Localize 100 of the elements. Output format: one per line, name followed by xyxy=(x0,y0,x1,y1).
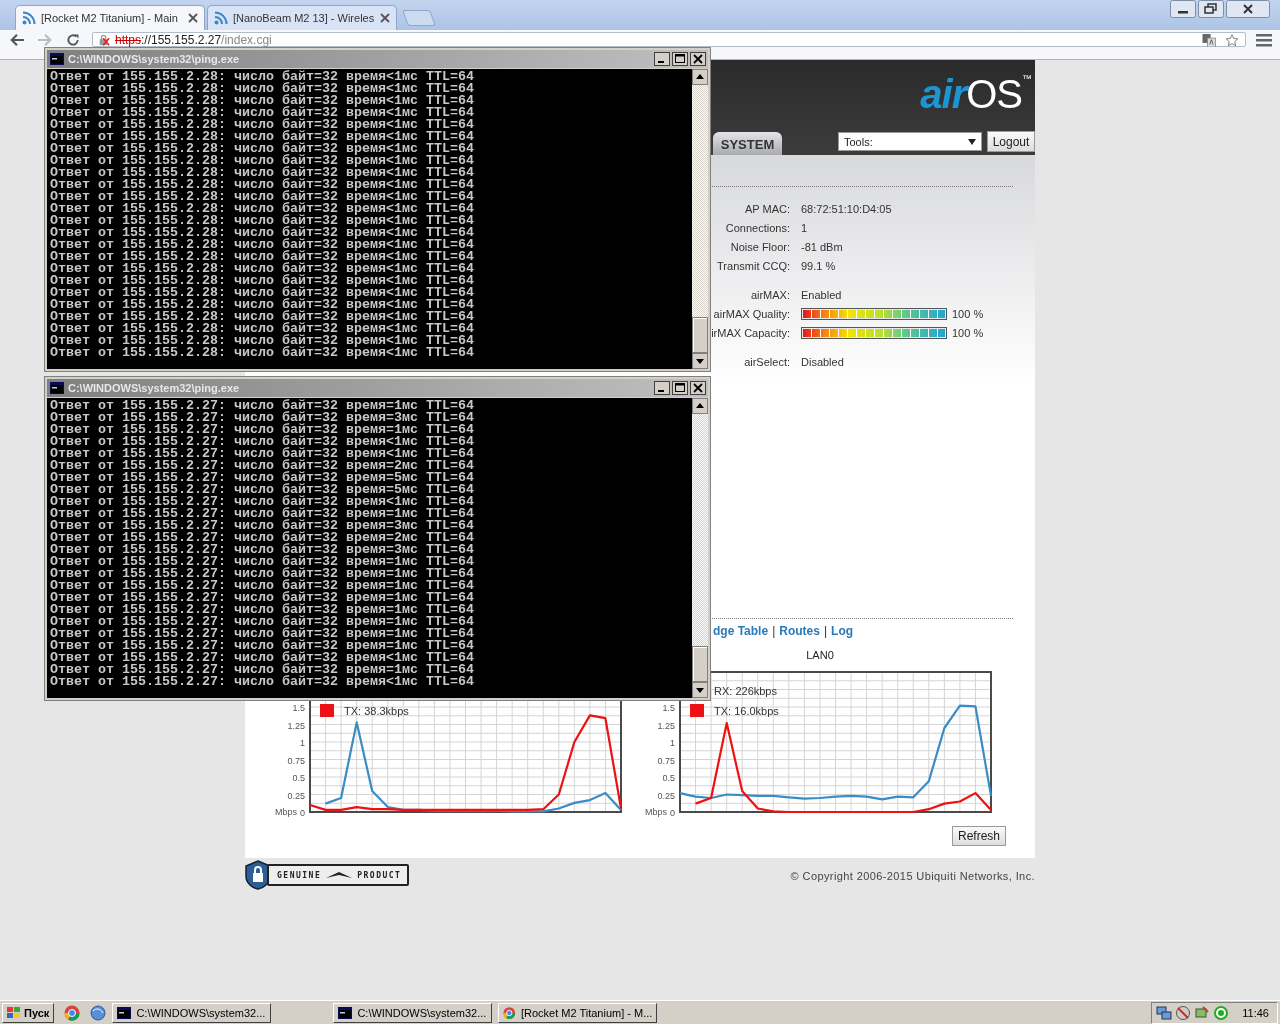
console-line: Ответ от 155.155.2.27: число байт=32 время=1мс TTL=64 xyxy=(50,580,475,592)
restore-icon[interactable] xyxy=(1198,0,1224,18)
console-line: Ответ от 155.155.2.27: число байт=32 время=1мс TTL=64 xyxy=(50,640,475,652)
axis-tick-label: 0.75 xyxy=(287,755,305,766)
legend-label: RX: 226kbps xyxy=(714,685,777,697)
browser-tab[interactable]: [Rocket M2 Titanium] - Main xyxy=(15,5,205,30)
console-line: Ответ от 155.155.2.27: число байт=32 время<1мс TTL=64 xyxy=(50,496,475,508)
console-line: Ответ от 155.155.2.28: число байт=32 время<1мс TTL=64 xyxy=(50,131,475,143)
console-icon xyxy=(50,53,64,65)
axis-tick-label: 1.25 xyxy=(287,720,305,731)
scrollbar-thumb[interactable] xyxy=(692,317,708,353)
maximize-icon[interactable] xyxy=(672,52,688,66)
field-label: Connections: xyxy=(724,221,790,234)
url-text: https://155.155.2.27/index.cgi xyxy=(115,34,272,46)
address-bar[interactable]: https://155.155.2.27/index.cgi xyxy=(92,32,1246,47)
back-arrow-icon[interactable] xyxy=(8,33,26,47)
console-line: Ответ от 155.155.2.27: число байт=32 время=1мс TTL=64 xyxy=(50,664,475,676)
close-icon[interactable] xyxy=(380,13,390,23)
menu-icon[interactable] xyxy=(1256,33,1272,47)
field-label: AP MAC: xyxy=(743,202,790,215)
console-line: Ответ от 155.155.2.28: число байт=32 время<1мс TTL=64 xyxy=(50,335,475,347)
airos-logo: airOS™ xyxy=(920,72,1031,116)
scrollbar[interactable] xyxy=(692,398,708,698)
network-icon[interactable] xyxy=(1156,1004,1173,1021)
windows-flag-icon xyxy=(7,1006,21,1019)
field-value: -81 dBm xyxy=(801,240,843,253)
console-icon xyxy=(338,1006,353,1019)
console-line: Ответ от 155.155.2.28: число байт=32 время<1мс TTL=64 xyxy=(50,251,475,263)
minimize-icon[interactable] xyxy=(654,381,670,395)
scroll-down-icon[interactable] xyxy=(692,682,708,698)
link-separator: | xyxy=(772,624,776,638)
console-line: Ответ от 155.155.2.27: число байт=32 время=1мс TTL=64 xyxy=(50,628,475,640)
console-line: Ответ от 155.155.2.27: число байт=32 время=1мс TTL=64 xyxy=(50,400,475,412)
field-value: Disabled xyxy=(801,355,844,368)
meter-reading: 100 % xyxy=(952,307,984,320)
field-label: Transmit CCQ: xyxy=(716,259,790,272)
console-line: Ответ от 155.155.2.28: число байт=32 время<1мс TTL=64 xyxy=(50,203,475,215)
link-separator: | xyxy=(823,624,828,638)
console-line: Ответ от 155.155.2.28: число байт=32 время<1мс TTL=64 xyxy=(50,287,475,299)
globe-icon[interactable] xyxy=(90,1004,107,1021)
copyright-text: © Copyright 2006-2015 Ubiquiti Networks, Inc. xyxy=(790,869,1035,882)
close-icon[interactable] xyxy=(690,52,706,66)
scroll-down-icon[interactable] xyxy=(692,353,708,369)
console-line: Ответ от 155.155.2.27: число байт=32 время=1мс TTL=64 xyxy=(50,508,475,520)
star-icon[interactable] xyxy=(1223,34,1241,47)
axis-label: Mbps xyxy=(645,807,667,817)
start-button[interactable]: Пуск xyxy=(2,1002,55,1023)
nav-tab[interactable]: SYSTEM xyxy=(713,132,782,155)
tab-title: [Rocket M2 Titanium] - Main xyxy=(41,12,179,24)
console-line: Ответ от 155.155.2.28: число байт=32 время<1мс TTL=64 xyxy=(50,119,475,131)
page-link[interactable]: dge Table xyxy=(713,624,769,638)
translate-icon[interactable] xyxy=(1201,34,1217,47)
console-line: Ответ от 155.155.2.27: число байт=32 время<1мс TTL=64 xyxy=(50,448,475,460)
scrollbar[interactable] xyxy=(692,69,708,369)
console-line: Ответ от 155.155.2.27: число байт=32 время=1мс TTL=64 xyxy=(50,424,475,436)
console-line: Ответ от 155.155.2.28: число байт=32 время<1мс TTL=64 xyxy=(50,107,475,119)
console-line: Ответ от 155.155.2.27: число байт=32 время=3мс TTL=64 xyxy=(50,520,475,532)
minimize-icon[interactable] xyxy=(1170,0,1196,18)
scroll-up-icon[interactable] xyxy=(692,69,708,85)
tab-title: [NanoBeam M2 13] - Wireles xyxy=(233,12,375,24)
scrollbar-thumb[interactable] xyxy=(692,646,708,682)
minimize-icon[interactable] xyxy=(654,52,670,66)
refresh-button[interactable]: Refresh xyxy=(952,826,1006,846)
close-icon[interactable] xyxy=(1226,0,1270,18)
circle-status-icon[interactable] xyxy=(1213,1004,1230,1021)
taskbar-button[interactable]: C:\WINDOWS\system32... xyxy=(112,1002,272,1023)
axis-tick-label: 0 xyxy=(670,808,675,817)
maximize-icon[interactable] xyxy=(672,381,688,395)
logout-button[interactable]: Logout xyxy=(987,131,1035,152)
badge-text: PRODUCT xyxy=(357,870,402,880)
console-icon xyxy=(117,1006,132,1019)
browser-icon[interactable] xyxy=(64,1004,81,1021)
console-line: Ответ от 155.155.2.27: число байт=32 время<1мс TTL=64 xyxy=(50,436,475,448)
console-line: Ответ от 155.155.2.28: число байт=32 время<1мс TTL=64 xyxy=(50,95,475,107)
console-icon xyxy=(50,382,64,394)
taskbar-button[interactable]: [Rocket M2 Titanium] - M... xyxy=(498,1002,658,1023)
axis-tick-label: 0.5 xyxy=(292,773,305,783)
tools-dropdown[interactable]: Tools: xyxy=(838,132,982,151)
console-line: Ответ от 155.155.2.27: число байт=32 время=5мс TTL=64 xyxy=(50,484,475,496)
network-icon[interactable] xyxy=(1194,1004,1211,1021)
browser-tab[interactable]: [NanoBeam M2 13] - Wireles xyxy=(207,5,397,30)
console-line: Ответ от 155.155.2.28: число байт=32 время<1мс TTL=64 xyxy=(50,167,475,179)
console-line: Ответ от 155.155.2.27: число байт=32 время=1мс TTL=64 xyxy=(50,604,475,616)
scroll-up-icon[interactable] xyxy=(692,398,708,414)
console-line: Ответ от 155.155.2.27: число байт=32 время=1мс TTL=64 xyxy=(50,556,475,568)
close-icon[interactable] xyxy=(690,381,706,395)
console-line: Ответ от 155.155.2.28: число байт=32 время<1мс TTL=64 xyxy=(50,143,475,155)
console-line: Ответ от 155.155.2.27: число байт=32 время=2мс TTL=64 xyxy=(50,460,475,472)
close-icon[interactable] xyxy=(188,13,198,23)
axis-tick-label: 1.5 xyxy=(662,703,675,713)
field-value: 68:72:51:10:D4:05 xyxy=(801,202,892,215)
page-link[interactable]: Log xyxy=(831,624,854,638)
axis-tick-label: 0.75 xyxy=(657,755,675,766)
console-line: Ответ от 155.155.2.28: число байт=32 время<1мс TTL=64 xyxy=(50,323,475,335)
axis-label: Mbps xyxy=(275,807,297,817)
signal-icon xyxy=(214,11,228,25)
taskbar-button[interactable]: C:\WINDOWS\system32... xyxy=(333,1002,493,1023)
page-link[interactable]: Routes xyxy=(779,624,820,638)
antivirus-icon[interactable] xyxy=(1175,1004,1192,1021)
console-line: Ответ от 155.155.2.28: число байт=32 время<1мс TTL=64 xyxy=(50,155,475,167)
